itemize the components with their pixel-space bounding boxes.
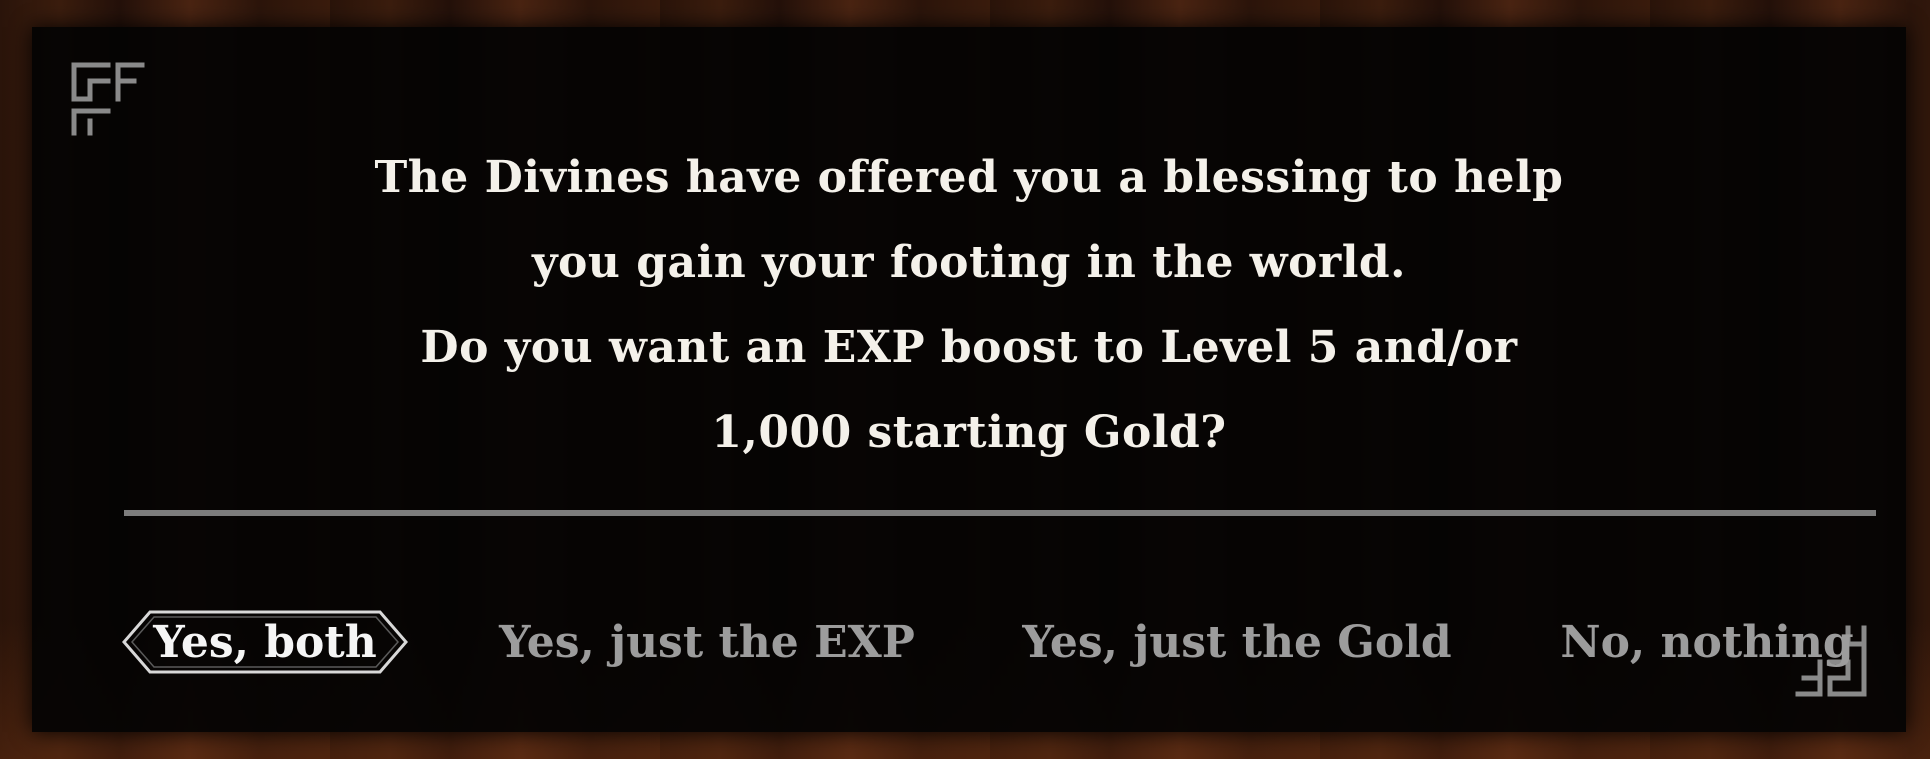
option-list: Yes, both Yes, just the EXP Yes, just th… [32, 597, 1906, 687]
blessing-dialog: The Divines have offered you a blessing … [32, 27, 1906, 732]
message-line-1: The Divines have offered you a blessing … [374, 152, 1564, 203]
option-yes-both-label: Yes, both [153, 616, 377, 668]
option-yes-exp-button[interactable]: Yes, just the EXP [499, 597, 915, 687]
option-yes-gold-label: Yes, just the Gold [1022, 616, 1452, 668]
option-yes-gold-button[interactable]: Yes, just the Gold [1022, 597, 1451, 687]
option-no-nothing-label: No, nothing [1560, 616, 1854, 668]
divider [124, 510, 1876, 516]
option-yes-both-button[interactable]: Yes, both [120, 597, 410, 687]
game-scene: The Divines have offered you a blessing … [0, 0, 1930, 759]
message-line-3: Do you want an EXP boost to Level 5 and/… [420, 322, 1518, 373]
maze-corner-top-left-icon [71, 62, 145, 136]
message-line-4: 1,000 starting Gold? [711, 407, 1227, 458]
message-line-2: you gain your footing in the world. [531, 237, 1407, 288]
option-no-nothing-button[interactable]: No, nothing [1560, 597, 1854, 687]
blessing-message: The Divines have offered you a blessing … [32, 135, 1906, 475]
option-yes-exp-label: Yes, just the EXP [499, 616, 915, 668]
